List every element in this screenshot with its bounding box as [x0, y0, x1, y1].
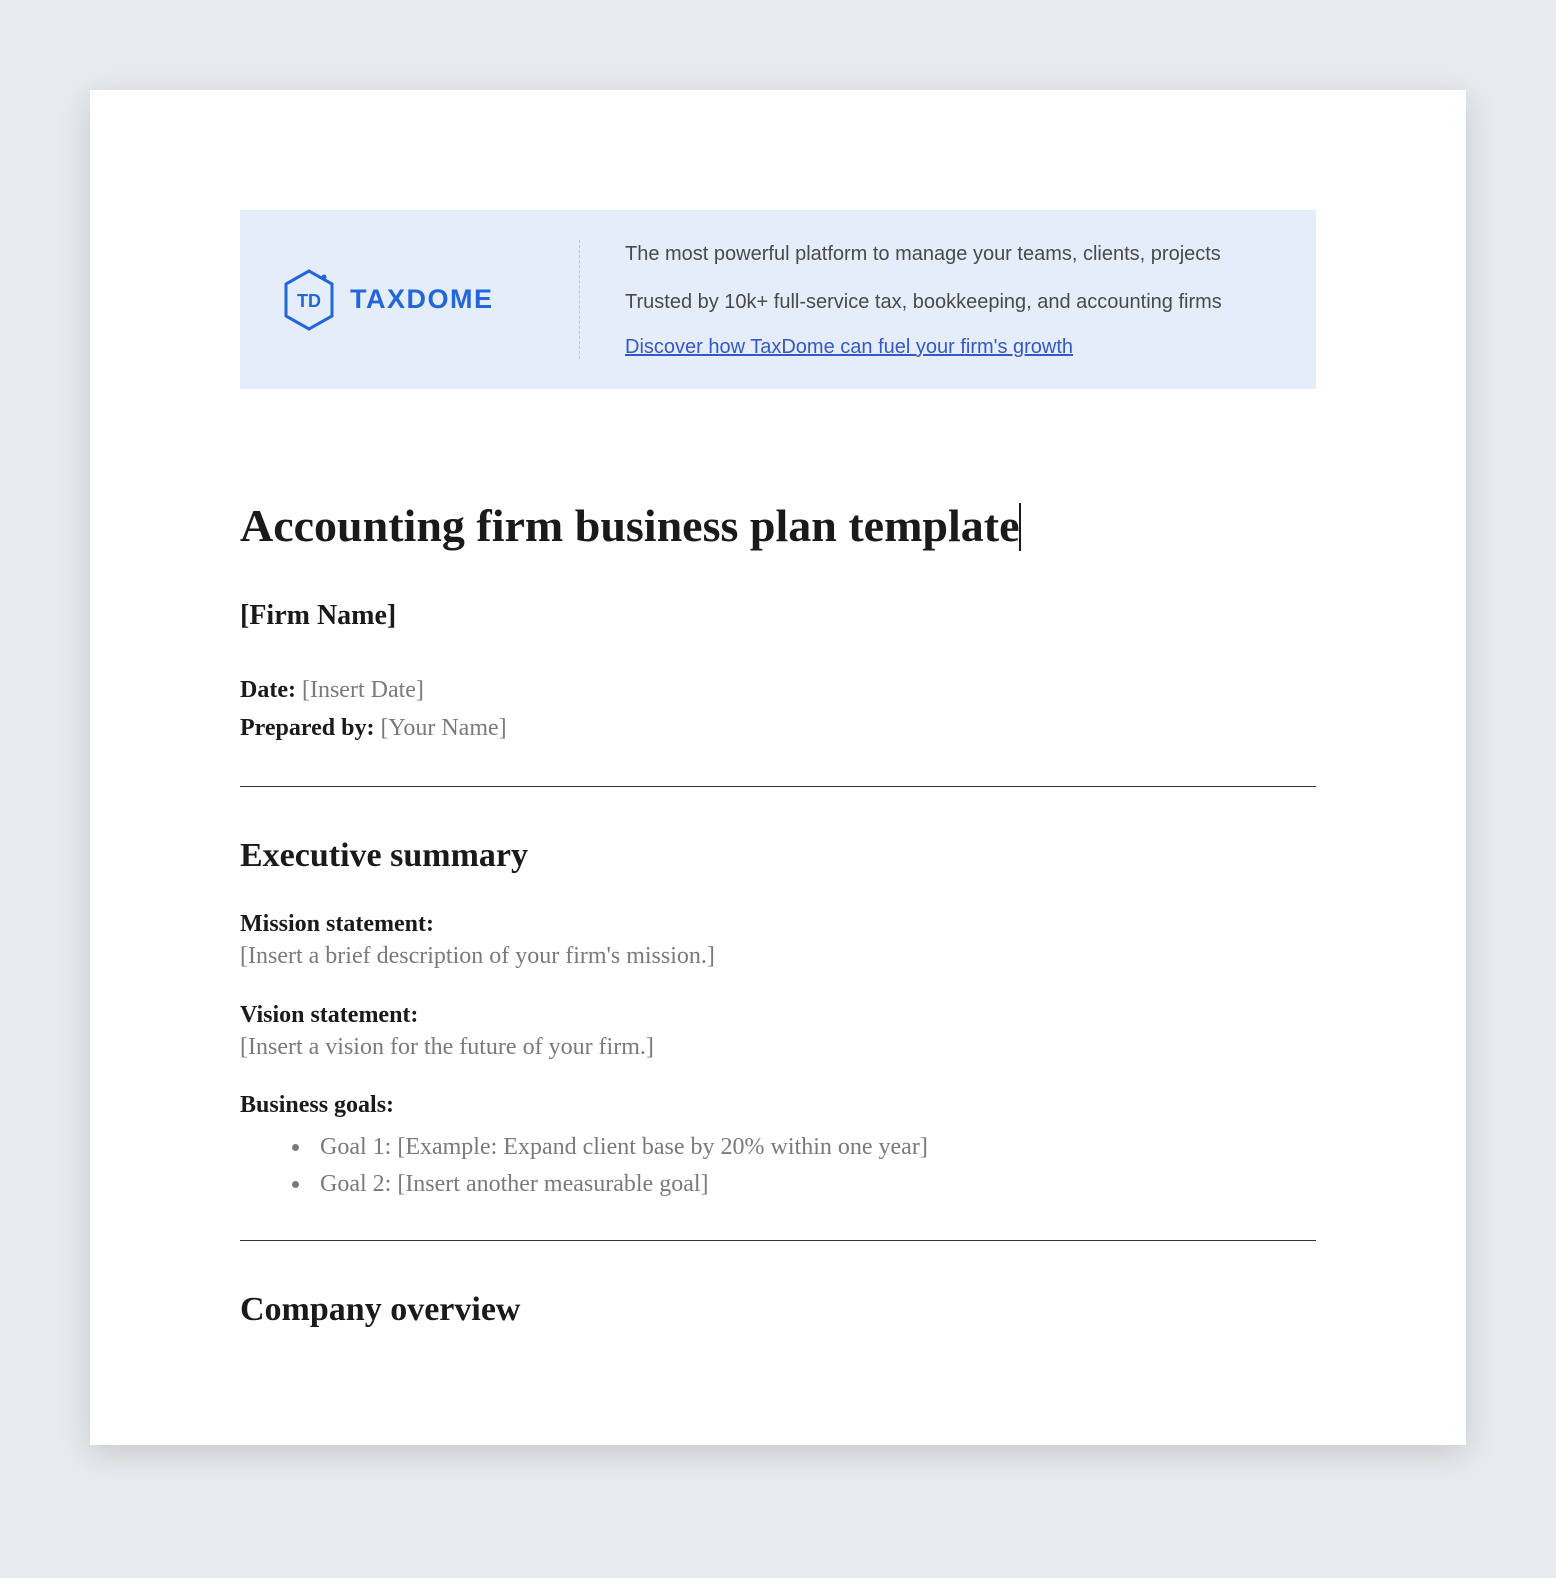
promo-banner: TD TAXDOME The most powerful platform to…	[240, 210, 1316, 389]
mission-label: Mission statement:	[240, 911, 1316, 938]
banner-text-area: The most powerful platform to manage you…	[580, 240, 1276, 359]
banner-logo-area: TD TAXDOME	[280, 240, 580, 359]
goal-item: Goal 2: [Insert another measurable goal]	[312, 1166, 1316, 1203]
executive-summary-heading: Executive summary	[240, 837, 1316, 875]
prepared-by-row: Prepared by: [Your Name]	[240, 710, 1316, 746]
document-title[interactable]: Accounting firm business plan template	[240, 499, 1019, 552]
banner-tagline-1: The most powerful platform to manage you…	[625, 240, 1276, 268]
date-value: [Insert Date]	[302, 677, 424, 703]
vision-label: Vision statement:	[240, 1002, 1316, 1029]
date-row: Date: [Insert Date]	[240, 672, 1316, 708]
vision-value: [Insert a vision for the future of your …	[240, 1031, 1316, 1065]
svg-text:TD: TD	[297, 291, 321, 311]
logo-brand-text: TAXDOME	[350, 284, 494, 315]
business-goals-block: Business goals: Goal 1: [Example: Expand…	[240, 1092, 1316, 1203]
mission-statement-block: Mission statement: [Insert a brief descr…	[240, 911, 1316, 974]
vision-statement-block: Vision statement: [Insert a vision for t…	[240, 1002, 1316, 1065]
goals-label: Business goals:	[240, 1092, 1316, 1119]
mission-value: [Insert a brief description of your firm…	[240, 940, 1316, 974]
date-label: Date:	[240, 677, 296, 703]
logo-hexagon-icon: TD	[280, 267, 338, 333]
company-overview-heading: Company overview	[240, 1291, 1316, 1329]
section-divider	[240, 1240, 1316, 1241]
banner-tagline-2: Trusted by 10k+ full-service tax, bookke…	[625, 288, 1276, 316]
firm-name-placeholder: [Firm Name]	[240, 600, 1316, 632]
goal-item: Goal 1: [Example: Expand client base by …	[312, 1129, 1316, 1166]
document-page: TD TAXDOME The most powerful platform to…	[90, 90, 1466, 1445]
prepared-by-label: Prepared by:	[240, 715, 374, 741]
section-divider	[240, 786, 1316, 787]
taxdome-logo: TD TAXDOME	[280, 267, 494, 333]
prepared-by-value: [Your Name]	[380, 715, 506, 741]
goals-list: Goal 1: [Example: Expand client base by …	[240, 1129, 1316, 1203]
banner-cta-link[interactable]: Discover how TaxDome can fuel your firm'…	[625, 336, 1276, 359]
document-meta: Date: [Insert Date] Prepared by: [Your N…	[240, 672, 1316, 746]
